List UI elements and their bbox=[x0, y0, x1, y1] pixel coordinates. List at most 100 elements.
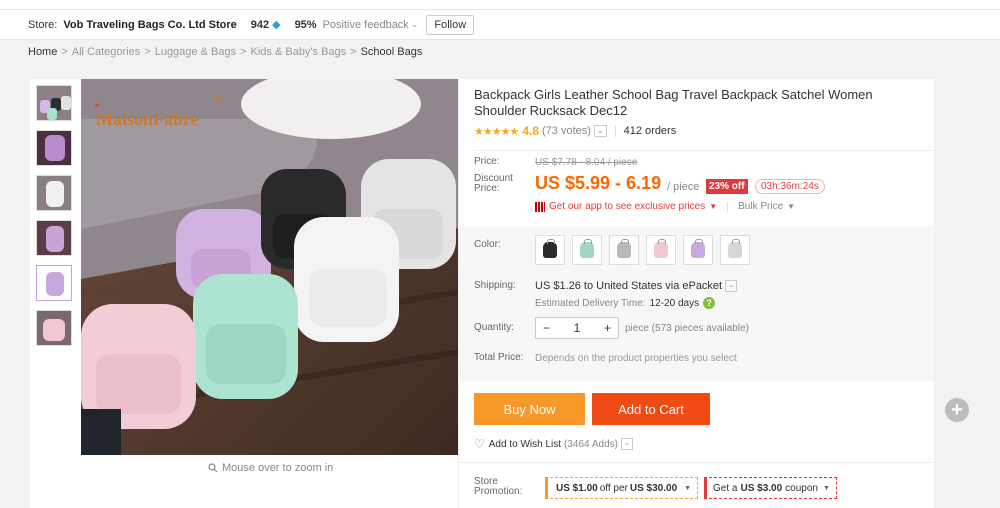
color-swatch-pink[interactable] bbox=[646, 235, 676, 265]
thumbnail[interactable] bbox=[36, 130, 72, 166]
help-icon[interactable]: ? bbox=[703, 297, 716, 309]
main-product-image[interactable]: MaisonFabre ✶ ® bbox=[81, 79, 459, 455]
zoom-hint-text: Mouse over to zoom in bbox=[222, 462, 334, 474]
promo-text: Get a bbox=[713, 482, 738, 494]
divider bbox=[614, 125, 616, 137]
delivery-label: Estimated Delivery Time: bbox=[535, 297, 646, 309]
rating-row: ★★★★★ 4.8 (73 votes) ⌄ 412 orders bbox=[474, 124, 924, 138]
diamond-icon: ◆ bbox=[272, 19, 281, 31]
quantity-label: Quantity: bbox=[474, 322, 515, 333]
caret-down-icon[interactable]: ▼ bbox=[684, 485, 691, 492]
promo-coupon[interactable]: Get a US $3.00 coupon ▼ bbox=[704, 477, 837, 499]
app-promo-link[interactable]: Get our app to see exclusive prices bbox=[549, 201, 705, 212]
countdown-timer: 03h:36m:24s bbox=[755, 179, 825, 194]
votes-link[interactable]: (73 votes) bbox=[542, 125, 591, 137]
chevron-down-icon[interactable]: ⌄ bbox=[620, 438, 633, 450]
svg-text:✶: ✶ bbox=[93, 101, 101, 112]
orders-count: 412 orders bbox=[623, 125, 677, 137]
shipping-label: Shipping: bbox=[474, 280, 516, 291]
thumbnail[interactable] bbox=[36, 310, 72, 346]
color-label: Color: bbox=[474, 239, 501, 250]
caret-down-icon[interactable]: ▼ bbox=[709, 202, 717, 211]
breadcrumb-kids-bags[interactable]: Kids & Baby's Bags bbox=[251, 46, 347, 58]
promo-text: off per bbox=[599, 482, 628, 494]
pieces-available: piece (573 pieces available) bbox=[625, 322, 749, 334]
bulk-price-link[interactable]: Bulk Price bbox=[738, 201, 783, 212]
add-to-wishlist-link[interactable]: Add to Wish List bbox=[489, 439, 561, 450]
breadcrumb-separator: > bbox=[61, 46, 68, 58]
brand-watermark: MaisonFabre bbox=[96, 109, 199, 129]
wishlist-row: ♡ Add to Wish List (3464 Adds) ⌄ bbox=[474, 437, 633, 451]
total-price-note: Depends on the product properties you se… bbox=[535, 353, 737, 364]
promo-text: coupon bbox=[785, 482, 818, 494]
breadcrumb-separator: > bbox=[240, 46, 247, 58]
quantity-stepper: − 1 + bbox=[535, 317, 619, 339]
thumbnail[interactable] bbox=[36, 220, 72, 256]
caret-down-icon[interactable]: ▼ bbox=[823, 485, 830, 492]
magnifier-icon bbox=[208, 463, 218, 473]
original-price: US $7.78 - 8.04 / piece bbox=[535, 157, 638, 168]
product-info: Backpack Girls Leather School Bag Travel… bbox=[474, 87, 924, 138]
discount-price: US $5.99 - 6.19 bbox=[535, 173, 662, 193]
discount-price-label: Discount Price: bbox=[474, 173, 513, 194]
thumbnail[interactable] bbox=[36, 175, 72, 211]
color-swatches bbox=[535, 235, 750, 265]
color-swatch-purple[interactable] bbox=[683, 235, 713, 265]
coupon-amount: US $3.00 bbox=[740, 482, 783, 494]
store-label: Store: bbox=[28, 18, 58, 31]
app-promo-row: Get our app to see exclusive prices ▼ Bu… bbox=[535, 201, 795, 212]
thumbnail-list bbox=[36, 85, 74, 355]
divider bbox=[474, 150, 934, 151]
store-score: 942 bbox=[250, 18, 270, 31]
store-promotion-label: Store Promotion: bbox=[474, 476, 523, 497]
plus-circle-button[interactable]: + bbox=[945, 398, 969, 422]
promo-amount: US $1.00 bbox=[556, 482, 598, 494]
store-name-link[interactable]: Vob Traveling Bags Co. Ltd Store bbox=[63, 19, 236, 31]
color-swatch-gray[interactable] bbox=[609, 235, 639, 265]
chevron-down-icon[interactable]: ⌄ bbox=[411, 19, 419, 30]
feedback-percent: 95% bbox=[294, 18, 317, 31]
total-price-label: Total Price: bbox=[474, 352, 524, 363]
zoom-hint: Mouse over to zoom in bbox=[208, 462, 333, 474]
color-swatch-black[interactable] bbox=[535, 235, 565, 265]
price-label: Price: bbox=[474, 156, 500, 167]
breadcrumb-school-bags[interactable]: School Bags bbox=[361, 46, 423, 58]
thumbnail[interactable] bbox=[36, 85, 72, 121]
star-rating-icon: ★★★★★ bbox=[474, 125, 519, 138]
feedback-label[interactable]: Positive feedback bbox=[323, 19, 409, 31]
follow-button[interactable]: Follow bbox=[426, 14, 475, 35]
rating-value: 4.8 bbox=[522, 124, 539, 138]
svg-text:®: ® bbox=[214, 94, 222, 105]
breadcrumb-luggage-bags[interactable]: Luggage & Bags bbox=[155, 46, 236, 58]
delivery-row: Estimated Delivery Time: 12-20 days ? bbox=[535, 297, 716, 309]
decrease-button[interactable]: − bbox=[543, 321, 550, 335]
divider bbox=[727, 201, 729, 212]
thumbnail-selected[interactable] bbox=[36, 265, 72, 301]
breadcrumb-separator: > bbox=[144, 46, 151, 58]
increase-button[interactable]: + bbox=[604, 321, 611, 335]
divider bbox=[459, 462, 934, 463]
top-strip bbox=[0, 0, 1000, 10]
heart-icon[interactable]: ♡ bbox=[474, 437, 485, 451]
delivery-days: 12-20 days bbox=[649, 297, 700, 309]
store-bar: Store: Vob Traveling Bags Co. Ltd Store … bbox=[0, 10, 1000, 40]
promo-threshold: US $30.00 bbox=[629, 482, 678, 494]
quantity-row: − 1 + piece (573 pieces available) bbox=[535, 317, 749, 339]
wishlist-count: (3464 Adds) bbox=[564, 438, 618, 450]
breadcrumb: Home > All Categories > Luggage & Bags >… bbox=[28, 46, 422, 58]
breadcrumb-home[interactable]: Home bbox=[28, 46, 57, 58]
breadcrumb-separator: > bbox=[350, 46, 357, 58]
chevron-down-icon[interactable]: ⌄ bbox=[593, 125, 607, 137]
buy-now-button[interactable]: Buy Now bbox=[474, 393, 585, 425]
caret-down-icon[interactable]: ▼ bbox=[787, 202, 795, 211]
shipping-option[interactable]: US $1.26 to United States via ePacket bbox=[535, 280, 722, 292]
shipping-info: US $1.26 to United States via ePacket ⌄ bbox=[535, 280, 737, 292]
color-swatch-white[interactable] bbox=[720, 235, 750, 265]
add-to-cart-button[interactable]: Add to Cart bbox=[592, 393, 710, 425]
promo-discount[interactable]: US $1.00 off per US $30.00 ▼ bbox=[545, 477, 699, 499]
qr-code-icon bbox=[535, 201, 545, 212]
breadcrumb-all-categories[interactable]: All Categories bbox=[72, 46, 140, 58]
chevron-down-icon[interactable]: ⌄ bbox=[725, 280, 737, 292]
quantity-input[interactable]: 1 bbox=[574, 321, 581, 335]
color-swatch-mint[interactable] bbox=[572, 235, 602, 265]
